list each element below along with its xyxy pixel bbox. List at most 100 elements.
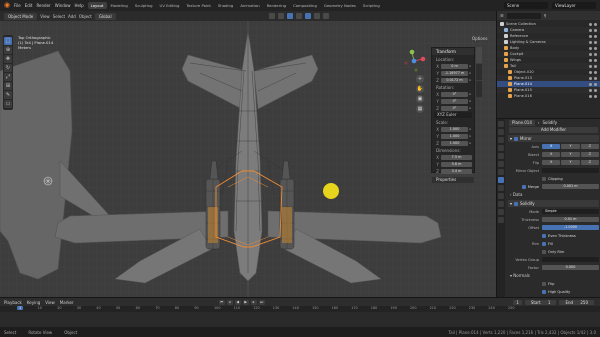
eye-icon[interactable] (589, 76, 592, 80)
physics-tab-icon[interactable] (498, 193, 504, 199)
move-tool-icon[interactable]: ✥ (4, 55, 12, 63)
even-thickness-checkbox[interactable]: Even Thickness (542, 233, 576, 238)
lock-icon[interactable]: ⊡ (468, 92, 472, 96)
menu-add[interactable]: Add (68, 14, 76, 19)
perspective-toggle-icon[interactable]: ▦ (416, 105, 424, 113)
jump-end-icon[interactable]: ⏭ (258, 299, 265, 305)
tab-shading[interactable]: Shading (215, 2, 236, 9)
camera-icon[interactable] (594, 88, 597, 92)
menu-file[interactable]: File (14, 3, 21, 8)
prev-key-icon[interactable]: ◂ (226, 299, 233, 305)
timeline-track-area[interactable] (0, 312, 600, 328)
only-rim-checkbox[interactable]: Only Rim (542, 249, 564, 254)
clipping-checkbox[interactable]: Clipping (542, 176, 563, 181)
timeline-menu-playback[interactable]: Playback (4, 300, 22, 305)
solid-shading-icon[interactable] (304, 13, 311, 19)
tab-geometry-nodes[interactable]: Geometry Nodes (321, 2, 359, 9)
transform-panel-header[interactable]: Transform (432, 48, 474, 55)
thickness-field[interactable]: 0.01 m (542, 216, 599, 223)
outliner-search-input[interactable] (506, 12, 541, 19)
mode-selector[interactable]: Object Mode (4, 12, 38, 20)
mirror-axis-x[interactable]: X (542, 143, 561, 150)
material-preview-icon[interactable] (313, 13, 320, 19)
camera-icon[interactable] (594, 76, 597, 80)
tab-animation[interactable]: Animation (237, 2, 262, 9)
zoom-icon[interactable]: + (416, 75, 424, 83)
tab-rendering[interactable]: Rendering (264, 2, 289, 9)
end-frame-field[interactable]: End 250 (559, 299, 594, 305)
start-frame-field[interactable]: Start 1 (524, 299, 557, 305)
scale-x-field[interactable]: 1.000 (441, 126, 468, 132)
camera-icon[interactable] (594, 52, 597, 56)
bisect-x[interactable]: X (542, 151, 561, 158)
rendered-shading-icon[interactable] (322, 13, 329, 19)
filter-icon[interactable]: ⚲ (544, 13, 547, 18)
solidify-modifier-name[interactable]: Solidify (520, 201, 535, 206)
menu-object[interactable]: Object (79, 14, 92, 19)
offset-field[interactable]: -1.0000 (542, 224, 599, 231)
scale-tool-icon[interactable]: ⤢ (4, 73, 12, 81)
eye-icon[interactable] (589, 82, 592, 86)
camera-icon[interactable] (594, 70, 597, 74)
dimensions-z-field[interactable]: 3.4 m (441, 168, 472, 174)
eye-icon[interactable] (589, 58, 592, 62)
scene-selector[interactable]: Scene (504, 2, 548, 9)
options-dropdown[interactable]: Options (472, 36, 487, 41)
view-layer-selector[interactable]: ViewLayer (552, 2, 596, 9)
collapse-arrow-icon[interactable]: ▾ (510, 136, 512, 141)
overlays-icon[interactable] (286, 13, 293, 19)
timeline-menu-keying[interactable]: Keying (27, 300, 40, 305)
snap-icon[interactable] (268, 13, 275, 19)
render-tab-icon[interactable] (498, 129, 504, 135)
rotate-tool-icon[interactable]: ↻ (4, 64, 12, 72)
scene-tab-icon[interactable] (498, 153, 504, 159)
camera-icon[interactable] (594, 28, 597, 32)
normals-subpanel[interactable]: ▾ Normals (506, 272, 600, 279)
camera-icon[interactable] (594, 40, 597, 44)
flip-y[interactable]: Y (561, 159, 580, 166)
tab-layout[interactable]: Layout (87, 2, 107, 9)
play-icon[interactable]: ▶ (242, 299, 249, 305)
bisect-z[interactable]: Z (580, 151, 599, 158)
transform-orientation-selector[interactable]: Global (94, 12, 116, 20)
tab-texture-paint[interactable]: Texture Paint (183, 2, 214, 9)
lock-icon[interactable]: ⊡ (468, 141, 472, 145)
select-box-tool-icon[interactable]: ⬚ (4, 37, 12, 45)
camera-icon[interactable] (594, 46, 597, 50)
measure-tool-icon[interactable]: ▭ (4, 100, 12, 108)
menu-edit[interactable]: Edit (25, 3, 33, 8)
lock-icon[interactable]: ⊡ (468, 99, 472, 103)
eye-icon[interactable] (589, 52, 592, 56)
current-frame-field[interactable]: 1 (513, 299, 522, 305)
fill-checkbox[interactable]: Fill (542, 241, 553, 246)
world-tab-icon[interactable] (498, 161, 504, 167)
tool-tab-icon[interactable] (498, 121, 504, 127)
eye-icon[interactable] (589, 94, 592, 98)
solidify-mode-dropdown[interactable]: Simple (542, 208, 599, 215)
location-z-field[interactable]: 0.0172 m (441, 77, 468, 83)
camera-icon[interactable] (594, 34, 597, 38)
eye-icon[interactable] (589, 70, 592, 74)
flip-z[interactable]: Z (580, 159, 599, 166)
rotation-z-field[interactable]: 0° (441, 105, 468, 111)
3d-viewport[interactable]: Object Mode View Select Add Object Globa… (0, 11, 496, 297)
camera-icon[interactable] (594, 82, 597, 86)
mirror-axis-z[interactable]: Z (580, 143, 599, 150)
lock-icon[interactable]: ⊡ (468, 106, 472, 110)
eye-icon[interactable] (589, 46, 592, 50)
menu-window[interactable]: Window (55, 3, 71, 8)
scale-z-field[interactable]: 1.000 (441, 140, 468, 146)
view-layer-tab-icon[interactable] (498, 145, 504, 151)
merge-distance-field[interactable]: 0.001 m (542, 183, 599, 190)
timeline-menu-marker[interactable]: Marker (60, 300, 74, 305)
output-tab-icon[interactable] (498, 137, 504, 143)
menu-help[interactable]: Help (74, 3, 83, 8)
navigation-gizmo-icon[interactable] (402, 49, 426, 73)
blender-logo-icon[interactable]: ◉ (2, 1, 12, 10)
eye-icon[interactable] (589, 34, 592, 38)
lock-icon[interactable]: ⊡ (468, 71, 472, 75)
location-y-field[interactable]: -1.18977 m (441, 70, 468, 76)
dimensions-x-field[interactable]: 7.5 m (441, 154, 472, 160)
mirror-object-field[interactable] (542, 167, 599, 174)
camera-icon[interactable] (594, 64, 597, 68)
